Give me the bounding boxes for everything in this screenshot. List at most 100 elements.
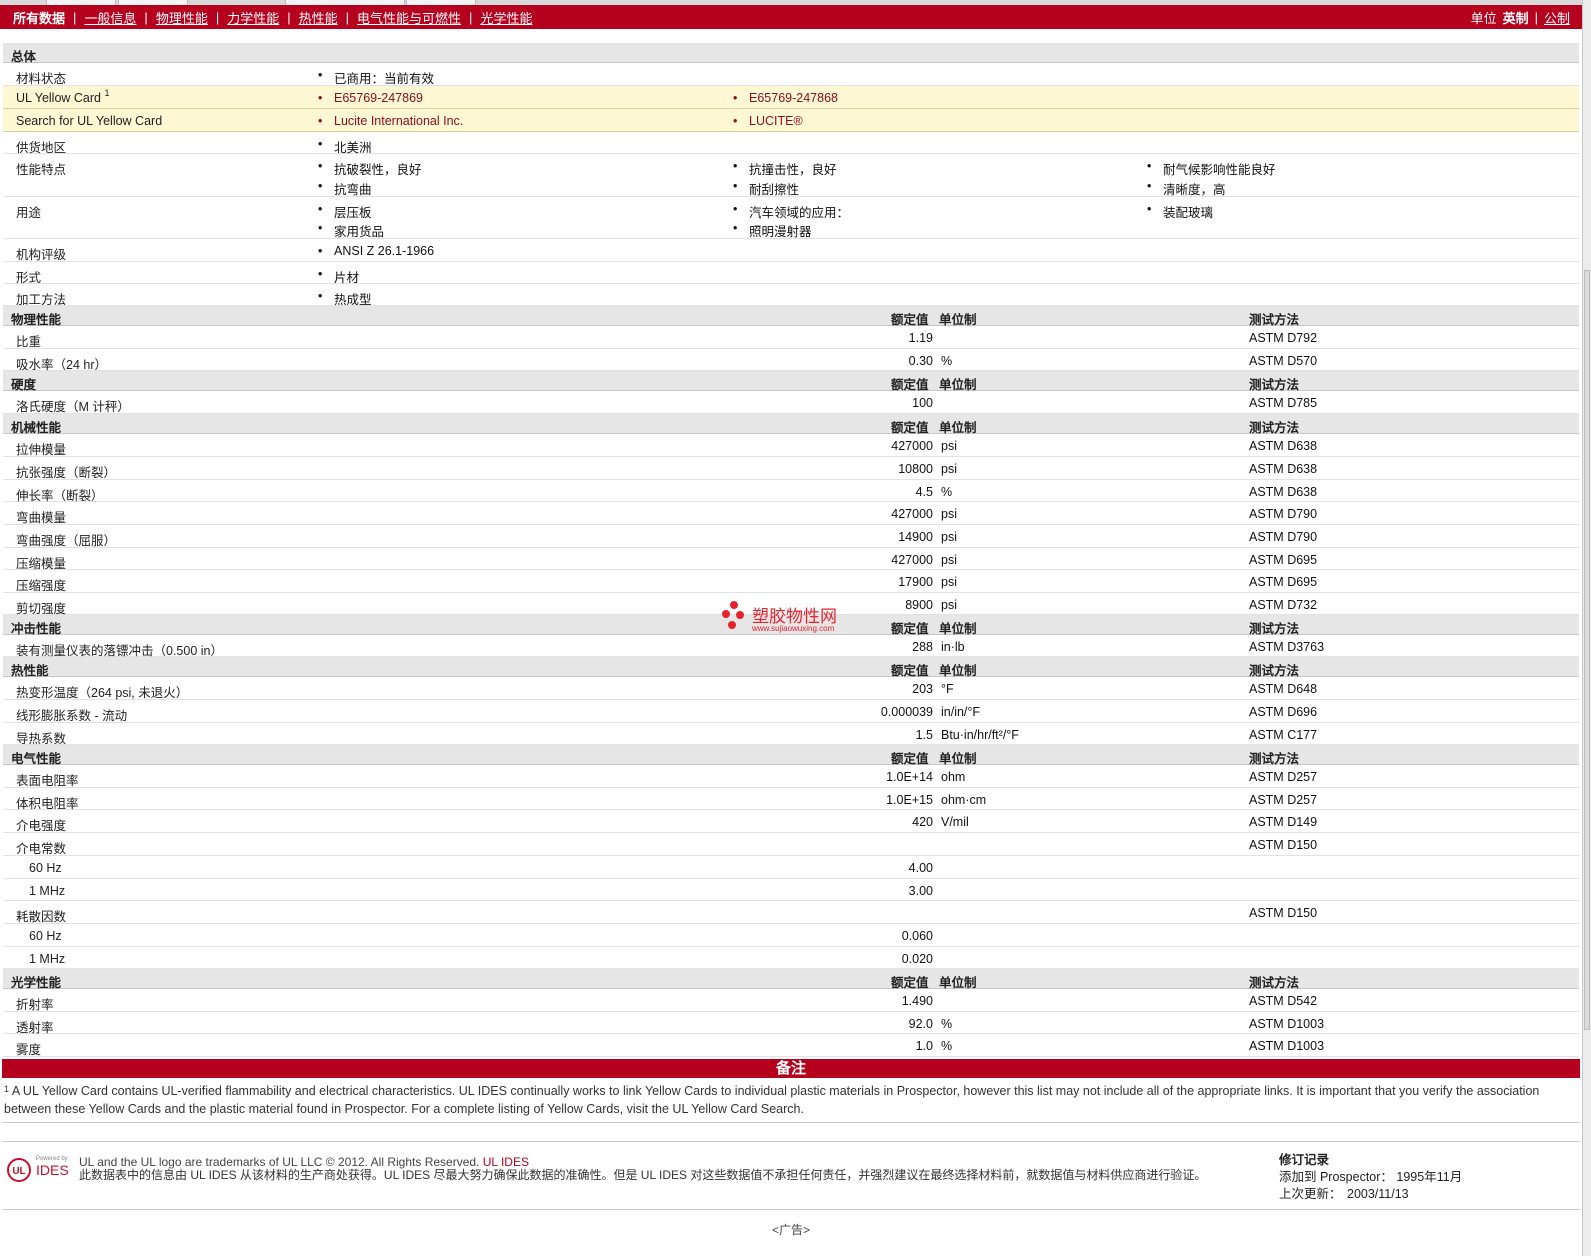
property-unit: in/in/°F: [941, 705, 981, 719]
ul-ides-logo: UL Powered by IDES: [6, 1152, 72, 1188]
property-value: 1.0: [915, 1039, 933, 1053]
test-method: ASTM D648: [1249, 682, 1318, 696]
logo-ul-text: UL: [12, 1166, 25, 1177]
property-label: 抗张强度（断裂）: [16, 466, 117, 480]
property-label: 表面电阻率: [16, 774, 79, 788]
table-row: 机构评级 ANSI Z 26.1-1966: [3, 239, 1579, 262]
list-item: 耐气候影响性能良好: [1147, 159, 1276, 178]
ul-ides-link[interactable]: UL IDES: [483, 1155, 529, 1169]
scrollbar-thumb[interactable]: [1584, 270, 1590, 1030]
property-value: 420: [912, 815, 933, 829]
brand-link[interactable]: LUCITE®: [733, 114, 803, 128]
unit-metric-link[interactable]: 公制: [1544, 8, 1570, 27]
property-value: 4.00: [908, 861, 933, 875]
logo-ides-text: IDES: [36, 1162, 69, 1178]
section-header-hardness: 硬度 额定值 单位制 测试方法: [3, 371, 1579, 392]
nav-general-info[interactable]: 一般信息: [84, 8, 136, 27]
table-row: 导热系数 1.5 Btu·in/hr/ft²/°F ASTM C177: [3, 723, 1579, 746]
nav-separator: |: [287, 9, 291, 25]
vertical-scrollbar[interactable]: [1582, 0, 1591, 1256]
table-row: 热变形温度（264 psi, 未退火） 203 °F ASTM D648: [3, 677, 1579, 700]
property-label: 热变形温度（264 psi, 未退火）: [16, 686, 189, 700]
property-label: 洛氏硬度（M 计秤）: [16, 400, 130, 414]
nav-separator: |: [345, 9, 350, 25]
watermark-dot: [728, 621, 736, 629]
property-label: 线形膨胀系数 - 流动: [16, 709, 128, 723]
table-row: 形式 片材: [3, 262, 1579, 285]
test-method: ASTM D638: [1249, 462, 1318, 476]
list-item: 层压板: [318, 202, 372, 221]
test-method: ASTM D257: [1249, 770, 1318, 784]
watermark-en: www.sujiaowuxing.com: [752, 624, 835, 633]
table-row: 弯曲强度（屈服） 14900 psi ASTM D790: [3, 525, 1579, 548]
revision-updated: 上次更新： 2003/11/13: [1279, 1186, 1462, 1203]
property-value: 0.000039: [880, 705, 933, 719]
added-value: 1995年11月: [1396, 1170, 1463, 1184]
list-item: 耐刮擦性: [733, 179, 799, 198]
test-method: ASTM D696: [1249, 705, 1318, 719]
table-row: 装有测量仪表的落镖冲击（0.500 in） 288 in·lb ASTM D37…: [3, 635, 1579, 658]
property-label: 压缩强度: [16, 579, 67, 593]
table-row: 透射率 92.0 % ASTM D1003: [3, 1012, 1579, 1035]
condition-label: 60 Hz: [29, 929, 62, 943]
nav-optical[interactable]: 光学性能: [480, 8, 532, 27]
revision-title: 修订记录: [1279, 1153, 1330, 1167]
nav-separator: |: [73, 9, 77, 25]
unit-english-option[interactable]: 英制: [1503, 8, 1529, 27]
divider: [2, 1209, 1580, 1210]
table-row: 伸长率（断裂） 4.5 % ASTM D638: [3, 480, 1579, 503]
condition-label: 60 Hz: [29, 861, 62, 875]
added-label: 添加到 Prospector：: [1279, 1170, 1393, 1184]
property-label: 弯曲模量: [16, 511, 67, 525]
table-row: 60 Hz 0.060: [3, 924, 1579, 947]
nav-physical[interactable]: 物理性能: [156, 8, 208, 27]
test-method: ASTM D1003: [1249, 1017, 1325, 1031]
property-value: 0.30: [908, 354, 933, 368]
test-method: ASTM D3763: [1249, 640, 1325, 654]
nav-all-data[interactable]: 所有数据: [13, 8, 65, 27]
condition-label: 1 MHz: [29, 952, 66, 966]
yellow-card-link[interactable]: E65769-247869: [318, 91, 423, 105]
nav-electrical-flammability[interactable]: 电气性能与可燃性: [357, 8, 461, 27]
property-label: 介电常数: [16, 842, 67, 856]
units-label: 单位: [1470, 10, 1497, 26]
datasheet-page: 所有数据 | 一般信息 | 物理性能 | 力学性能 | 热性能 | 电气性能与可…: [0, 0, 1582, 1256]
nav-thermal[interactable]: 热性能: [299, 8, 338, 27]
test-method: ASTM D638: [1249, 439, 1318, 453]
yellow-card-link[interactable]: E65769-247868: [733, 91, 838, 105]
row-label: Search for UL Yellow Card: [16, 114, 163, 128]
updated-value: 2003/11/13: [1347, 1187, 1409, 1201]
test-method: ASTM D790: [1249, 507, 1318, 521]
property-value: 14900: [898, 530, 933, 544]
section-header-thermal: 热性能 额定值 单位制 测试方法: [3, 657, 1579, 678]
notes-header: 备注: [2, 1059, 1580, 1078]
section-nav-bar: 所有数据 | 一般信息 | 物理性能 | 力学性能 | 热性能 | 电气性能与可…: [0, 5, 1582, 29]
property-value: 1.5: [915, 728, 933, 742]
property-unit: psi: [941, 530, 957, 544]
test-method: ASTM D150: [1249, 906, 1318, 920]
watermark-dot: [722, 610, 730, 618]
table-row: 拉伸模量 427000 psi ASTM D638: [3, 434, 1579, 457]
table-row: 用途 层压板 汽车领域的应用： 装配玻璃 家用货品 照明漫射器: [3, 197, 1579, 239]
trademark-body: UL and the UL logo are trademarks of UL …: [79, 1155, 480, 1169]
table-row: 线形膨胀系数 - 流动 0.000039 in/in/°F ASTM D696: [3, 700, 1579, 723]
table-row: 折射率 1.490 ASTM D542: [3, 989, 1579, 1012]
nav-mechanical[interactable]: 力学性能: [227, 8, 279, 27]
table-row: 雾度 1.0 % ASTM D1003: [3, 1034, 1579, 1057]
property-unit: psi: [941, 439, 957, 453]
property-unit: psi: [941, 598, 957, 612]
table-row: 压缩模量 427000 psi ASTM D695: [3, 548, 1579, 571]
property-unit: %: [941, 1039, 953, 1053]
property-unit: psi: [941, 575, 957, 589]
table-row: 介电常数 ASTM D150: [3, 833, 1579, 856]
table-row: UL Yellow Card 1 E65769-247869 E65769-24…: [3, 86, 1579, 109]
disclaimer-text: 此数据表中的信息由 UL IDES 从该材料的生产商处获得。UL IDES 尽最…: [79, 1168, 1207, 1182]
property-value: 288: [912, 640, 933, 654]
property-unit: V/mil: [941, 815, 969, 829]
table-row: 比重 1.19 ASTM D792: [3, 326, 1579, 349]
test-method: ASTM C177: [1249, 728, 1318, 742]
revision-history: 修订记录 添加到 Prospector： 1995年11月 上次更新： 2003/…: [1279, 1152, 1462, 1203]
supplier-link[interactable]: Lucite International Inc.: [318, 114, 463, 128]
property-value: 1.0E+15: [886, 793, 933, 807]
row-label: 性能特点: [16, 163, 67, 177]
